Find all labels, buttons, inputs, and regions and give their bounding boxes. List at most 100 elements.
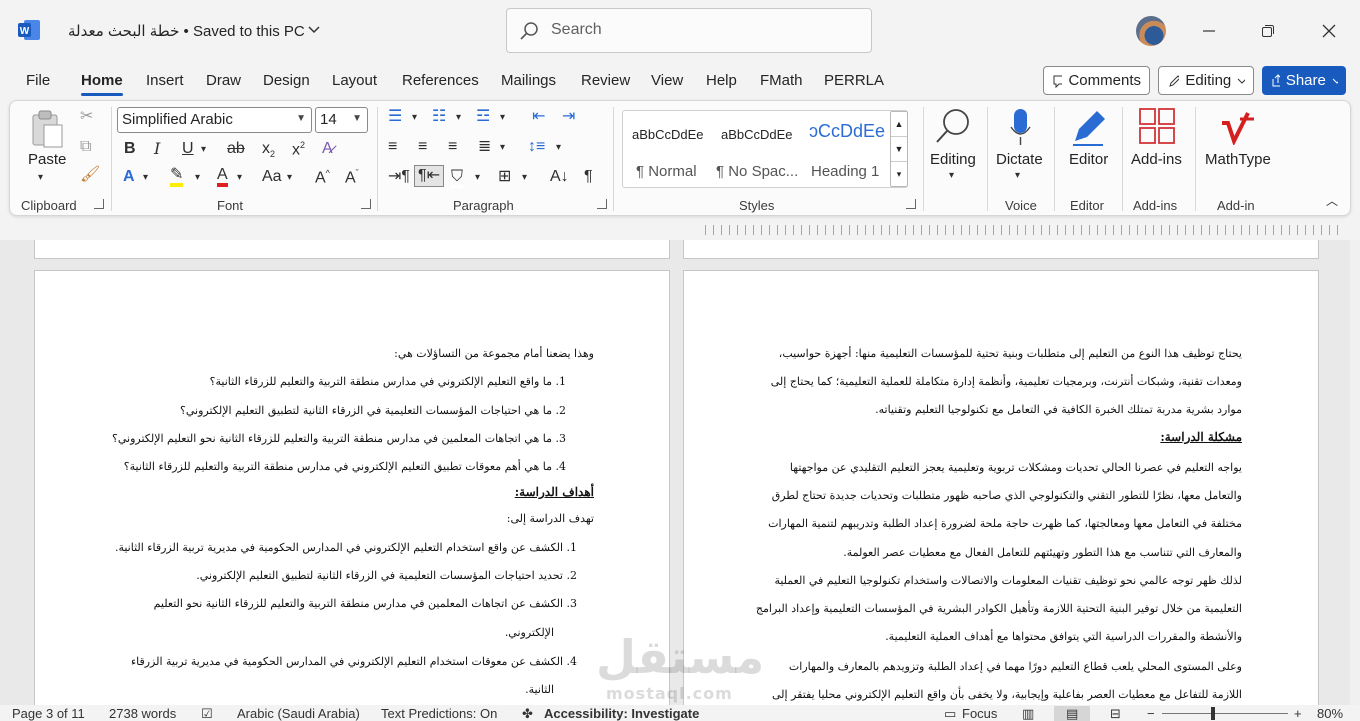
web-layout-icon[interactable]: ⊟	[1110, 706, 1121, 721]
line-spacing-icon[interactable]: ↕≡	[528, 139, 545, 155]
zoom-in-icon[interactable]: +	[1294, 706, 1302, 721]
tab-mailings[interactable]: Mailings	[501, 72, 556, 89]
chevron-down-icon[interactable]: ▾	[500, 143, 505, 153]
word-count[interactable]: 2738 words	[109, 706, 176, 721]
zoom-slider[interactable]	[1162, 707, 1288, 720]
horizontal-ruler[interactable]	[705, 225, 1345, 235]
chevron-down-icon[interactable]: ▾	[195, 173, 200, 183]
text-effects-icon[interactable]: A	[123, 169, 135, 185]
paste-button[interactable]: Paste	[28, 151, 66, 168]
borders-icon[interactable]: ⊞	[498, 169, 511, 185]
chevron-down-icon[interactable]: ▾	[475, 173, 480, 183]
share-button[interactable]: Share	[1262, 66, 1346, 95]
chevron-down-icon[interactable]: ▾	[522, 173, 527, 183]
minimize-button[interactable]	[1196, 18, 1222, 44]
chevron-down-icon[interactable]: ▾	[556, 143, 561, 153]
format-painter-icon[interactable]: 🖌	[80, 167, 100, 183]
chevron-down-icon[interactable]: ▾	[1015, 171, 1020, 181]
tab-layout[interactable]: Layout	[332, 72, 377, 89]
highlight-icon[interactable]: ✎	[170, 167, 184, 187]
search-input[interactable]: Search	[506, 8, 872, 53]
text-predictions[interactable]: Text Predictions: On	[381, 706, 497, 721]
document-page-right[interactable]: يحتاج توظيف هذا النوع من التعليم إلى متط…	[683, 270, 1319, 705]
cut-icon[interactable]: ✂	[80, 109, 93, 125]
document-title[interactable]: خطة البحث معدلة • Saved to this PC	[68, 22, 305, 40]
font-size-select[interactable]: 14 ▼	[315, 107, 368, 133]
chevron-down-icon[interactable]: ▾	[456, 113, 461, 123]
tab-references[interactable]: References	[402, 72, 479, 89]
editor-button[interactable]: Editor	[1069, 151, 1108, 168]
sort-icon[interactable]: A↓	[550, 169, 569, 185]
accessibility-status[interactable]: Accessibility: Investigate	[544, 706, 699, 721]
increase-indent-icon[interactable]: ⇥	[562, 109, 575, 125]
chevron-down-icon[interactable]: ▾	[287, 173, 292, 183]
chevron-down-icon[interactable]: ▾	[237, 173, 242, 183]
subscript-icon[interactable]: x2	[262, 140, 275, 159]
zoom-out-icon[interactable]: −	[1147, 706, 1155, 721]
shrink-font-icon[interactable]: Aˇ	[345, 169, 359, 186]
add-ins-grid-icon[interactable]	[1138, 107, 1176, 145]
paragraph-launcher-icon[interactable]	[597, 199, 607, 209]
proofing-icon[interactable]: ☑	[201, 706, 213, 721]
tab-design[interactable]: Design	[263, 72, 310, 89]
chevron-down-icon[interactable]: ▾	[500, 113, 505, 123]
multilevel-list-icon[interactable]: ☲	[476, 109, 490, 125]
tab-insert[interactable]: Insert	[146, 72, 184, 89]
page-count[interactable]: Page 3 of 11	[12, 706, 85, 721]
ltr-direction-icon[interactable]: ⇥¶	[388, 169, 410, 185]
grow-font-icon[interactable]: A^	[315, 169, 330, 186]
styles-launcher-icon[interactable]	[906, 199, 916, 209]
chevron-down-icon[interactable]: ▾	[143, 173, 148, 183]
dictate-button[interactable]: Dictate	[996, 151, 1043, 168]
close-button[interactable]	[1316, 18, 1342, 44]
superscript-icon[interactable]: x2	[292, 141, 305, 158]
chevron-down-icon[interactable]: ▼	[891, 137, 907, 162]
bullets-icon[interactable]: ☰	[388, 109, 402, 125]
font-name-select[interactable]: Simplified Arabic ▼	[117, 107, 312, 133]
mathtype-icon[interactable]	[1220, 109, 1256, 145]
read-mode-icon[interactable]: ▥	[1022, 706, 1034, 721]
chevron-down-icon[interactable]: ▾	[201, 145, 206, 155]
editing-mode-button[interactable]: Editing	[1158, 66, 1254, 95]
chevron-down-icon[interactable]: ▾	[949, 171, 954, 181]
print-layout-icon[interactable]: ▤	[1054, 706, 1091, 721]
rtl-direction-icon[interactable]: ¶⇤	[414, 165, 444, 187]
editor-pen-icon[interactable]	[1069, 107, 1109, 147]
microphone-icon[interactable]	[1009, 107, 1033, 147]
restore-button[interactable]	[1255, 18, 1281, 44]
chevron-down-icon[interactable]: ▾	[412, 113, 417, 123]
decrease-indent-icon[interactable]: ⇤	[532, 109, 545, 125]
bold-icon[interactable]: B	[124, 141, 136, 157]
mathtype-button[interactable]: MathType	[1205, 151, 1271, 168]
chevron-down-icon[interactable]: ▾	[38, 173, 43, 183]
numbering-icon[interactable]: ☷	[432, 109, 446, 125]
language-indicator[interactable]: Arabic (Saudi Arabia)	[237, 706, 360, 721]
zoom-slider-thumb[interactable]	[1211, 707, 1215, 720]
tab-help[interactable]: Help	[706, 72, 737, 89]
tab-home[interactable]: Home	[81, 72, 123, 96]
show-formatting-icon[interactable]: ¶	[584, 169, 593, 185]
chevron-down-icon[interactable]	[307, 22, 321, 36]
shading-icon[interactable]: ⛉	[451, 169, 464, 188]
more-styles-icon[interactable]: ▾	[891, 162, 907, 186]
tab-file[interactable]: File	[26, 72, 50, 89]
italic-icon[interactable]: I	[154, 141, 160, 157]
avatar[interactable]	[1136, 16, 1166, 46]
zoom-level[interactable]: 80%	[1317, 706, 1343, 721]
styles-scroll[interactable]: ▲ ▼ ▾	[890, 111, 908, 187]
tab-draw[interactable]: Draw	[206, 72, 241, 89]
strikethrough-icon[interactable]: ab	[227, 141, 245, 157]
change-case-icon[interactable]: Aa	[262, 169, 282, 185]
editing-search-icon[interactable]	[934, 107, 972, 147]
font-launcher-icon[interactable]	[361, 199, 371, 209]
tab-fmath[interactable]: FMath	[760, 72, 803, 89]
copy-icon[interactable]: ⧉	[80, 139, 91, 155]
align-left-icon[interactable]: ≡	[388, 139, 397, 155]
align-right-icon[interactable]: ≡	[448, 139, 457, 155]
clipboard-launcher-icon[interactable]	[94, 199, 104, 209]
chevron-up-icon[interactable]: ▲	[891, 112, 907, 137]
tab-review[interactable]: Review	[581, 72, 630, 89]
focus-button[interactable]: Focus	[962, 706, 997, 721]
editing-button[interactable]: Editing	[930, 151, 976, 168]
tab-view[interactable]: View	[651, 72, 683, 89]
